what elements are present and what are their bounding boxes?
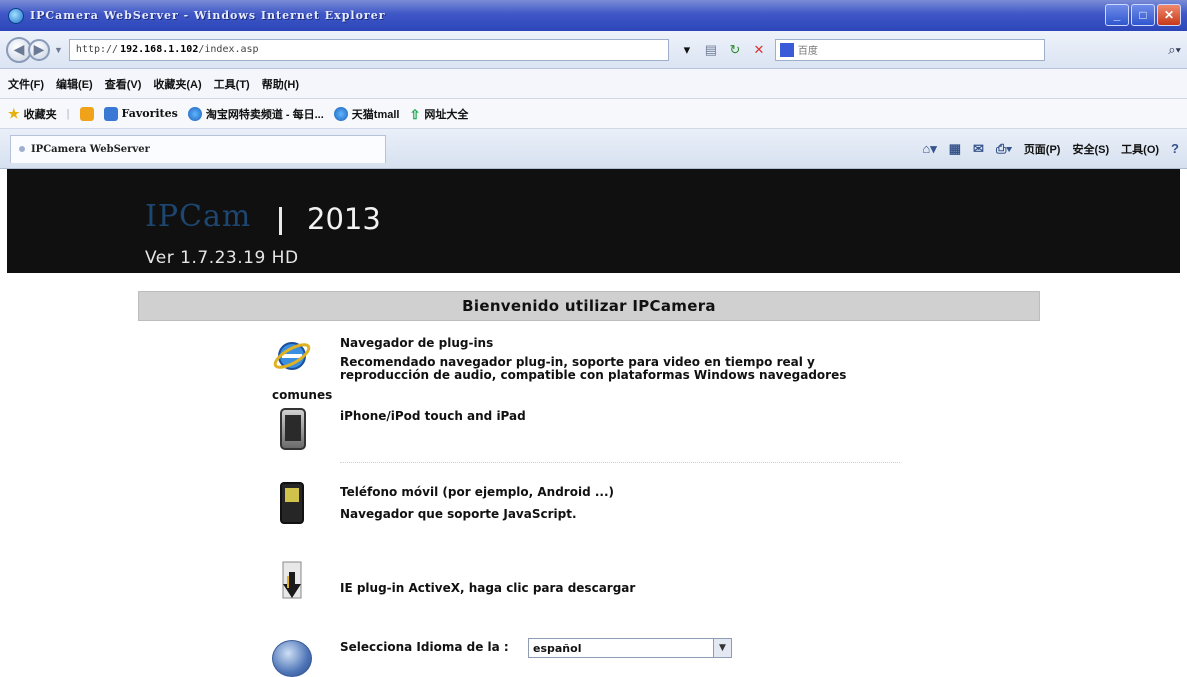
favorite-link-taobao[interactable]: 淘宝网特卖频道 - 每日... — [187, 106, 324, 122]
favorite-link-label: Favorites — [121, 107, 178, 120]
mobile-description: Navegador que soporte JavaScript. — [340, 507, 577, 521]
command-bar: ⌂▾ ▦ ✉ ⎙▾ 页面(P) 安全(S) 工具(O) ? — [922, 141, 1179, 157]
forward-button[interactable]: ▶ — [28, 38, 50, 61]
mobile-phone-icon[interactable] — [280, 482, 304, 524]
window-controls: _ □ ✕ — [1105, 4, 1181, 26]
favorite-link-tmall[interactable]: 天猫tmall — [333, 106, 400, 122]
plugin-description-2: reproducción de audio, compatible con pl… — [340, 368, 847, 382]
favorite-link-label: 网址大全 — [424, 108, 469, 121]
search-provider-icon — [779, 42, 794, 57]
brand-logo: IPCam — [145, 199, 252, 234]
plugin-option[interactable]: Navegador de plug-ins Recomendado navega… — [340, 336, 846, 382]
mobile-title-link[interactable]: Teléfono móvil (por ejemplo, Android ...… — [340, 485, 614, 499]
plugin-description-3: comunes — [272, 388, 333, 402]
favorites-label: 收藏夹 — [23, 108, 57, 121]
iphone-option-link[interactable]: iPhone/iPod touch and iPad — [340, 409, 526, 423]
favorites-bar: ★ 收藏夹 | Favorites 淘宝网特卖频道 - 每日... 天猫tmal… — [0, 99, 1187, 129]
iphone-icon[interactable] — [280, 408, 306, 450]
feeds-icon[interactable]: ▦ — [949, 141, 961, 157]
language-label: Selecciona Idioma de la : — [340, 640, 509, 654]
menu-bar: 文件(F) 编辑(E) 查看(V) 收藏夹(A) 工具(T) 帮助(H) — [0, 69, 1187, 99]
url-path: /index.asp — [198, 44, 259, 55]
home-icon[interactable]: ⌂▾ — [922, 141, 936, 157]
star-icon: ★ — [8, 105, 20, 121]
mail-icon[interactable]: ✉ — [973, 141, 984, 157]
download-icon[interactable] — [280, 560, 304, 602]
window-title: IPCamera WebServer - Windows Internet Ex… — [30, 9, 386, 22]
header-year: 2013 — [307, 202, 381, 236]
maximize-button[interactable]: □ — [1131, 4, 1155, 26]
ie-browser-icon[interactable] — [272, 336, 312, 376]
command-safety[interactable]: 安全(S) — [1072, 141, 1109, 157]
separator — [340, 462, 900, 463]
menu-help[interactable]: 帮助(H) — [262, 76, 299, 92]
globe-icon — [272, 640, 312, 677]
folder-icon — [103, 106, 118, 121]
chevron-down-icon[interactable]: ▼ — [713, 639, 731, 657]
menu-tools[interactable]: 工具(T) — [214, 76, 250, 92]
favorites-button[interactable]: ★ 收藏夹 — [8, 106, 57, 122]
stop-icon[interactable]: ✕ — [751, 42, 767, 58]
tab-favicon — [19, 146, 25, 152]
welcome-heading: Bienvenido utilizar IPCamera — [138, 291, 1040, 321]
activex-download-link[interactable]: IE plug-in ActiveX, haga clic para desca… — [340, 581, 635, 595]
compat-view-icon[interactable]: ▤ — [703, 42, 719, 58]
plugin-title-link[interactable]: Navegador de plug-ins — [340, 336, 846, 350]
tab-ipcamera[interactable]: IPCamera WebServer — [10, 134, 386, 163]
add-favorite-icon — [79, 106, 94, 121]
help-icon[interactable]: ? — [1171, 141, 1179, 156]
favorite-link-favorites[interactable]: Favorites — [103, 106, 178, 121]
window-title-bar: IPCamera WebServer - Windows Internet Ex… — [0, 0, 1187, 31]
favorites-divider: | — [66, 107, 70, 120]
tab-bar: IPCamera WebServer ⌂▾ ▦ ✉ ⎙▾ 页面(P) 安全(S)… — [0, 129, 1187, 169]
mobile-option[interactable]: Teléfono móvil (por ejemplo, Android ...… — [340, 485, 614, 521]
header-divider — [279, 207, 282, 235]
tab-label: IPCamera WebServer — [31, 143, 150, 155]
refresh-icon[interactable]: ↻ — [727, 42, 743, 58]
search-icon[interactable]: ⌕▾ — [1168, 42, 1181, 58]
add-favorite-button[interactable] — [79, 106, 94, 121]
minimize-button[interactable]: _ — [1105, 4, 1129, 26]
menu-file[interactable]: 文件(F) — [8, 76, 44, 92]
language-select[interactable]: español ▼ — [528, 638, 732, 658]
language-selected-value: español — [533, 641, 582, 655]
favorite-link-label: 天猫tmall — [351, 108, 400, 121]
firmware-version: Ver 1.7.23.19 HD — [145, 248, 299, 268]
address-bar: ◀ ▶ ▼ http:// 192.168.1.102 /index.asp ▾… — [0, 31, 1187, 69]
command-page[interactable]: 页面(P) — [1024, 141, 1061, 157]
search-input[interactable]: 百度 — [774, 38, 1045, 61]
command-tools[interactable]: 工具(O) — [1121, 141, 1159, 157]
url-actions: ▾ ▤ ↻ ✕ — [679, 42, 767, 58]
favorite-link-directory[interactable]: ⇧ 网址大全 — [409, 106, 468, 122]
menu-edit[interactable]: 编辑(E) — [56, 76, 93, 92]
ie-page-icon — [333, 106, 348, 121]
favorite-link-label: 淘宝网特卖频道 - 每日... — [205, 108, 324, 121]
url-input[interactable]: http:// 192.168.1.102 /index.asp — [68, 38, 669, 61]
url-prefix: http:// — [75, 44, 119, 55]
print-icon[interactable]: ⎙▾ — [996, 141, 1012, 157]
arrow-up-icon: ⇧ — [409, 106, 421, 122]
ie-app-icon — [8, 7, 24, 24]
close-button[interactable]: ✕ — [1157, 4, 1181, 26]
menu-view[interactable]: 查看(V) — [105, 76, 142, 92]
url-dropdown-icon[interactable]: ▾ — [679, 42, 695, 58]
camera-header-banner: IPCam 2013 Ver 1.7.23.19 HD — [7, 169, 1180, 273]
search-placeholder: 百度 — [797, 46, 818, 57]
ie-page-icon — [187, 106, 202, 121]
history-dropdown-icon[interactable]: ▼ — [54, 45, 63, 55]
url-host: 192.168.1.102 — [120, 44, 199, 55]
menu-favorites[interactable]: 收藏夹(A) — [153, 76, 201, 92]
